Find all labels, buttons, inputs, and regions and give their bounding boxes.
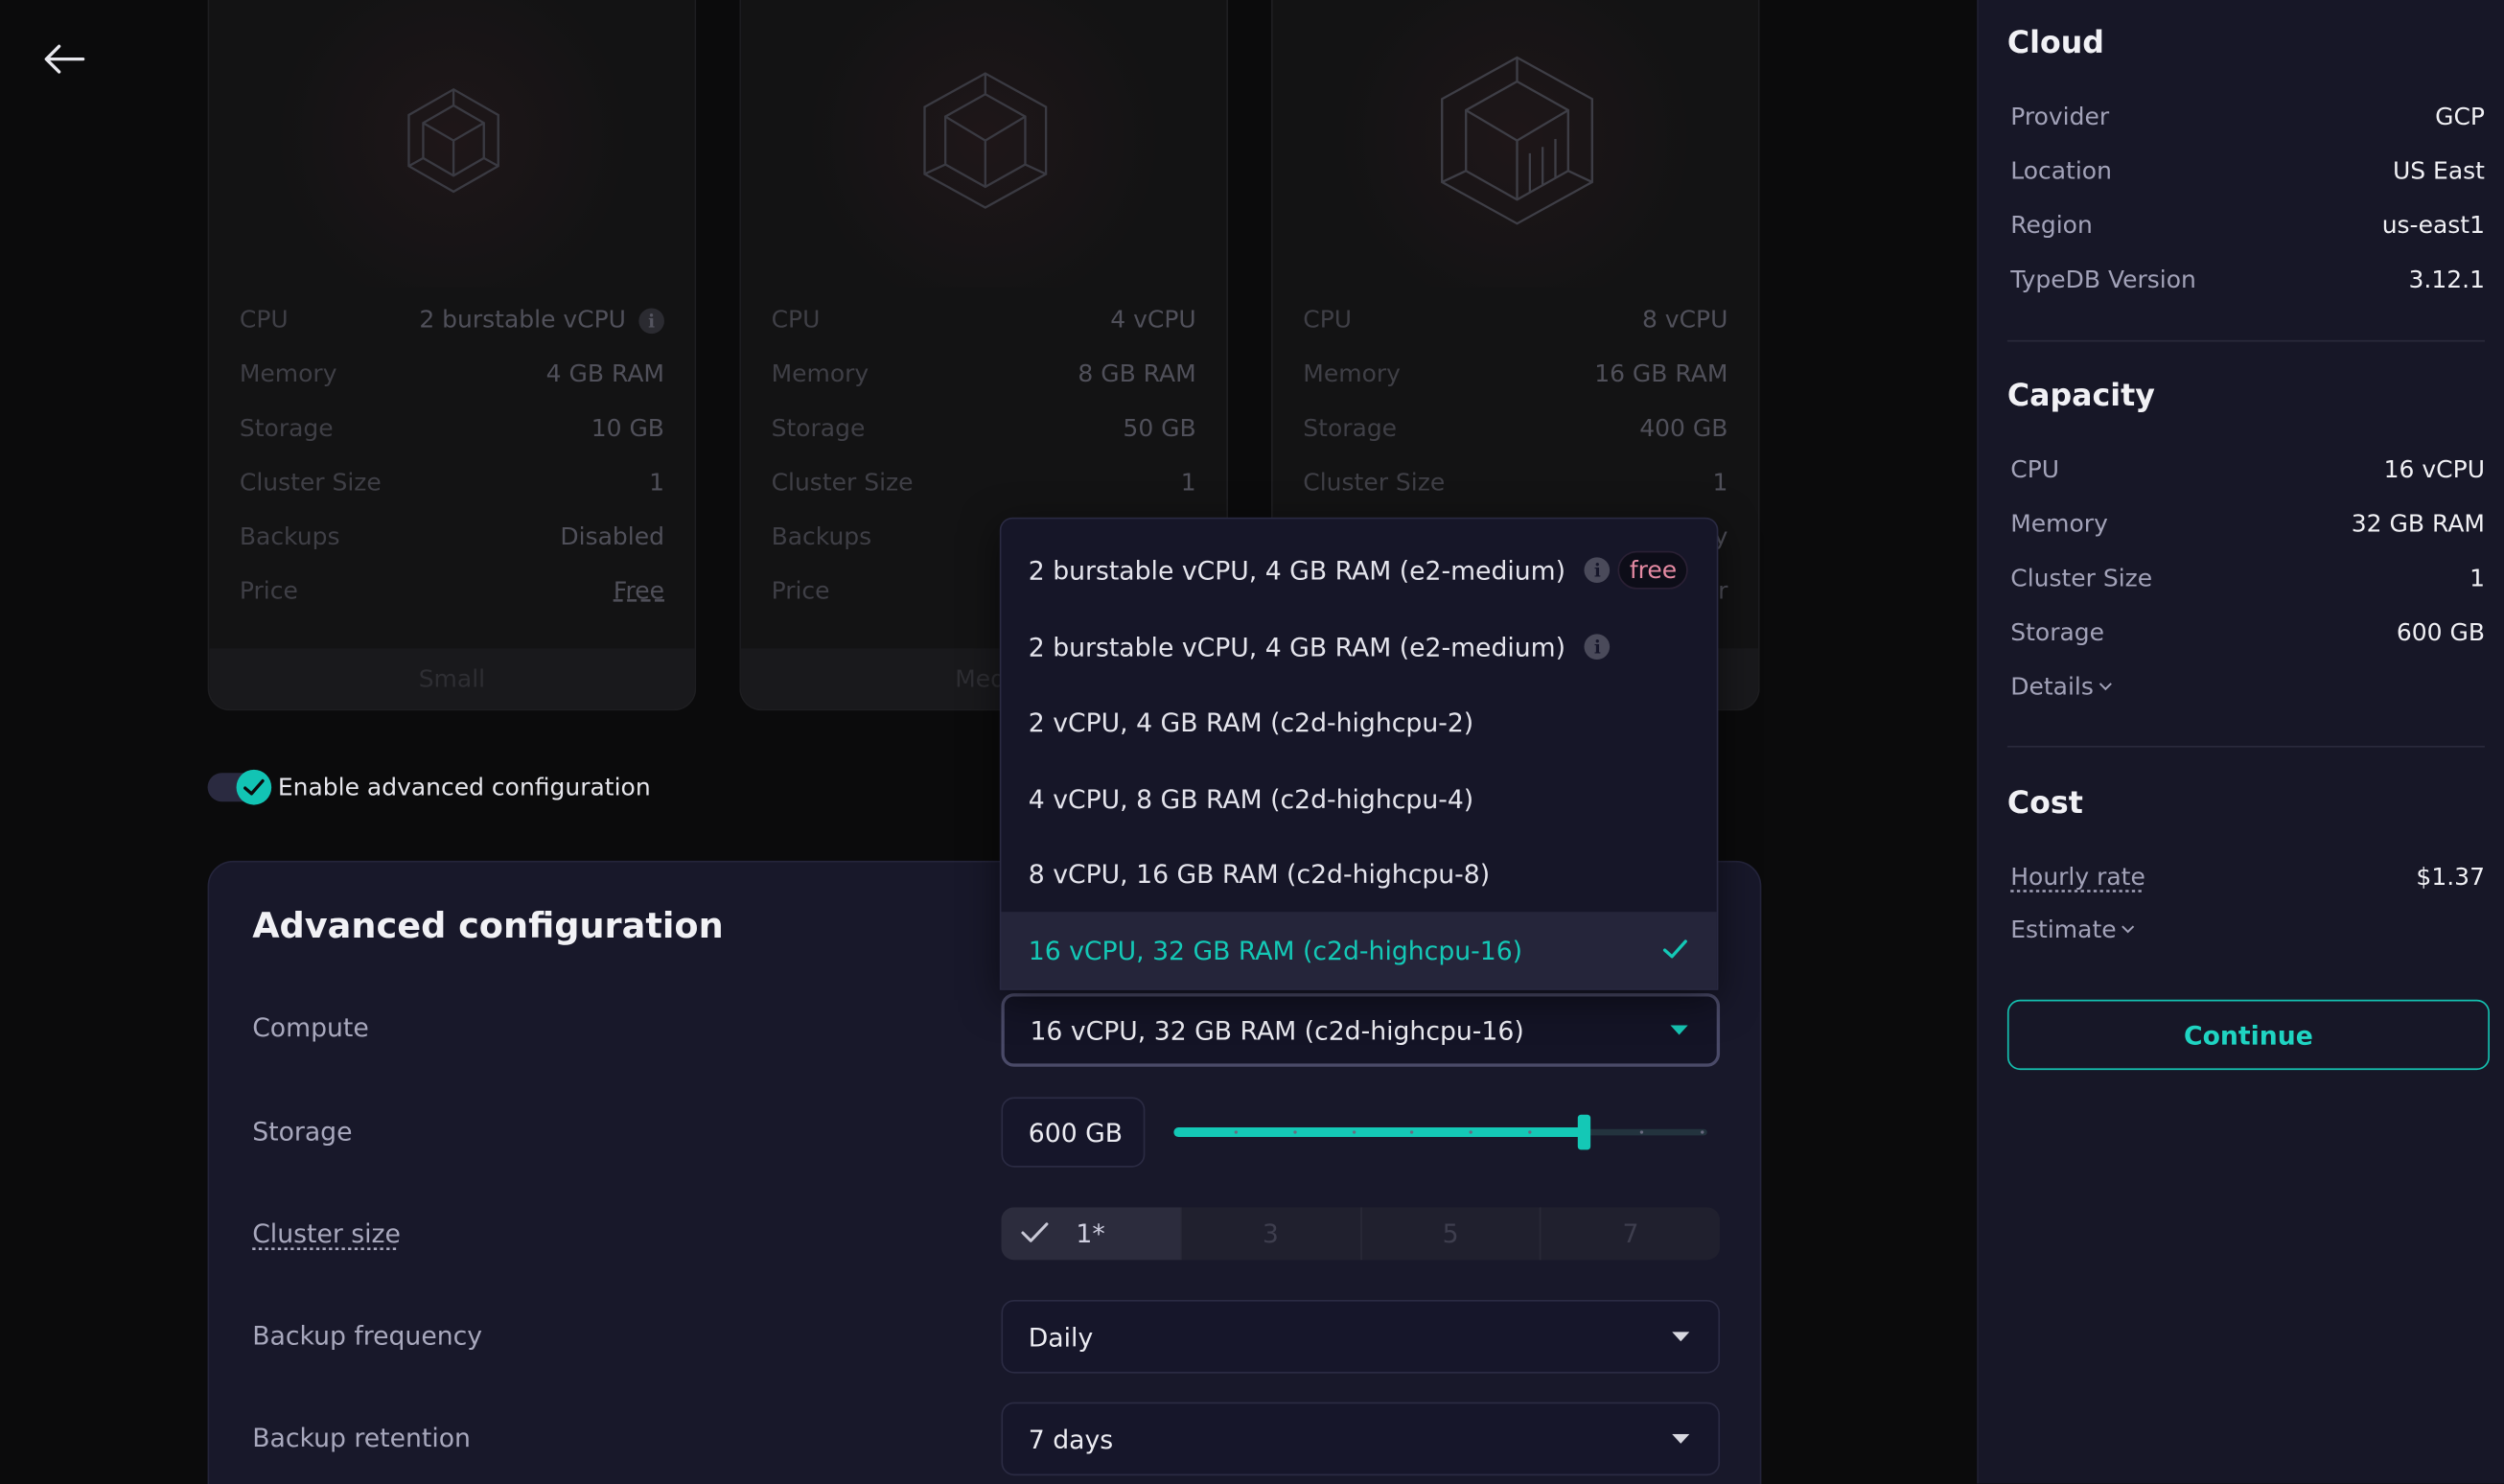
caret-down-icon	[1672, 1433, 1690, 1444]
compute-option-c2d-highcpu-8[interactable]: 8 vCPU, 16 GB RAM (c2d-highcpu-8)	[1001, 835, 1716, 912]
compute-option-c2d-highcpu-16[interactable]: 16 vCPU, 32 GB RAM (c2d-highcpu-16)	[1001, 912, 1717, 989]
check-icon	[1021, 1222, 1049, 1242]
spec-storage: Storage 10 GB	[239, 413, 664, 443]
spec-storage: Storage 400 GB	[1303, 413, 1728, 443]
summary-typedb-version: TypeDB Version 3.12.1	[2010, 265, 2485, 294]
cluster-size-option-5[interactable]: 5	[1359, 1207, 1540, 1261]
spec-cluster-size: Cluster Size 1	[239, 468, 664, 498]
create-cluster-page: CPU 2 burstable vCPU i Memory 4 GB RAM St…	[0, 0, 2504, 1484]
spec-backups: Backups Disabled	[239, 522, 664, 551]
cluster-size-option-1[interactable]: 1*	[1001, 1207, 1180, 1261]
info-icon[interactable]: i	[638, 308, 664, 335]
caret-down-icon	[1672, 1332, 1690, 1342]
cluster-size-option-7[interactable]: 7	[1540, 1207, 1720, 1261]
slider-tick	[1409, 1130, 1414, 1134]
spec-cpu: CPU 8 vCPU	[1303, 305, 1728, 335]
divider	[2006, 339, 2485, 342]
spec-cluster-size: Cluster Size 1	[771, 468, 1196, 498]
summary-location: Location US East	[2010, 156, 2485, 186]
compute-option-c2d-highcpu-2[interactable]: 2 vCPU, 4 GB RAM (c2d-highcpu-2)	[1001, 684, 1716, 760]
cost-section-title: Cost	[2006, 785, 2083, 822]
slider-tick	[1639, 1130, 1644, 1134]
details-expander[interactable]: Details	[2010, 672, 2113, 701]
slider-tick	[1469, 1130, 1472, 1134]
backup-retention-select[interactable]: 7 days	[1001, 1402, 1721, 1476]
cube-icon	[407, 87, 499, 194]
spec-storage: Storage 50 GB	[771, 413, 1196, 443]
toggle-switch[interactable]	[207, 769, 272, 805]
spec-memory: Memory 4 GB RAM	[239, 359, 664, 388]
compute-dropdown-menu: 2 burstable vCPU, 4 GB RAM (e2-medium) i…	[999, 517, 1719, 990]
slider-tick	[1234, 1130, 1238, 1134]
toggle-knob	[236, 769, 272, 805]
check-icon	[243, 778, 265, 796]
spec-memory: Memory 8 GB RAM	[771, 359, 1196, 388]
compute-select-value: 16 vCPU, 32 GB RAM (c2d-highcpu-16)	[1030, 1014, 1524, 1046]
summary-sidebar: Cloud Provider GCP Location US East Region…	[1977, 0, 2504, 1484]
spec-cluster-size: Cluster Size 1	[1303, 468, 1728, 498]
backup-frequency-label: Backup frequency	[252, 1320, 483, 1352]
spec-price: Price Free	[239, 576, 664, 606]
tier-card-small[interactable]: CPU 2 burstable vCPU i Memory 4 GB RAM St…	[207, 0, 697, 711]
compute-option-e2-medium[interactable]: 2 burstable vCPU, 4 GB RAM (e2-medium) i	[1001, 609, 1716, 685]
cube-icon	[1441, 56, 1593, 225]
chevron-down-icon	[2098, 683, 2112, 691]
slider-thumb[interactable]	[1577, 1114, 1591, 1150]
compute-label: Compute	[252, 1012, 369, 1043]
divider	[2006, 745, 2485, 748]
summary-hourly-rate: Hourly rate $1.37	[2010, 862, 2485, 892]
check-icon	[1662, 939, 1687, 959]
spec-cpu: CPU 4 vCPU	[771, 305, 1196, 335]
arrow-left-icon	[44, 44, 85, 74]
cloud-section-title: Cloud	[2006, 25, 2104, 61]
toggle-label: Enable advanced configuration	[277, 773, 651, 802]
back-button[interactable]	[35, 35, 93, 83]
backup-retention-label: Backup retention	[252, 1423, 471, 1453]
cluster-size-selector: 1* 3 5 7	[1001, 1207, 1721, 1261]
spec-memory: Memory 16 GB RAM	[1303, 359, 1728, 388]
panel-title: Advanced configuration	[252, 907, 724, 947]
cluster-size-option-3[interactable]: 3	[1179, 1207, 1360, 1261]
caret-down-icon	[1670, 1025, 1688, 1035]
storage-value-field[interactable]: 600 GB	[1001, 1097, 1146, 1168]
summary-cluster-size: Cluster Size 1	[2010, 564, 2485, 593]
slider-tick	[1528, 1130, 1532, 1134]
chevron-down-icon	[2121, 925, 2135, 934]
summary-memory: Memory 32 GB RAM	[2010, 509, 2485, 539]
estimate-expander[interactable]: Estimate	[2010, 916, 2135, 943]
summary-cpu: CPU 16 vCPU	[2010, 454, 2485, 484]
advanced-config-toggle[interactable]: Enable advanced configuration	[207, 769, 651, 805]
storage-label: Storage	[252, 1116, 353, 1148]
spec-cpu: CPU 2 burstable vCPU i	[240, 304, 664, 336]
slider-tick	[1701, 1130, 1704, 1134]
compute-select[interactable]: 16 vCPU, 32 GB RAM (c2d-highcpu-16)	[1001, 993, 1721, 1067]
cube-icon	[923, 72, 1048, 209]
storage-slider[interactable]	[1173, 1114, 1707, 1150]
compute-option-e2-medium-free[interactable]: 2 burstable vCPU, 4 GB RAM (e2-medium) i…	[1001, 532, 1716, 609]
summary-provider: Provider GCP	[2010, 102, 2485, 131]
free-badge: free	[1618, 550, 1688, 590]
info-icon[interactable]: i	[1585, 634, 1611, 660]
backup-frequency-select[interactable]: Daily	[1001, 1299, 1721, 1374]
continue-button[interactable]: Continue	[2006, 999, 2490, 1071]
capacity-section-title: Capacity	[2006, 378, 2155, 414]
summary-region: Region us-east1	[2010, 210, 2485, 240]
card-footer: Small	[209, 648, 695, 709]
slider-tick	[1293, 1130, 1297, 1134]
slider-tick	[1352, 1130, 1356, 1134]
summary-storage: Storage 600 GB	[2010, 617, 2485, 647]
info-icon[interactable]: i	[1585, 557, 1611, 584]
compute-option-c2d-highcpu-4[interactable]: 4 vCPU, 8 GB RAM (c2d-highcpu-4)	[1001, 760, 1716, 837]
cluster-size-label[interactable]: Cluster size	[252, 1218, 401, 1249]
